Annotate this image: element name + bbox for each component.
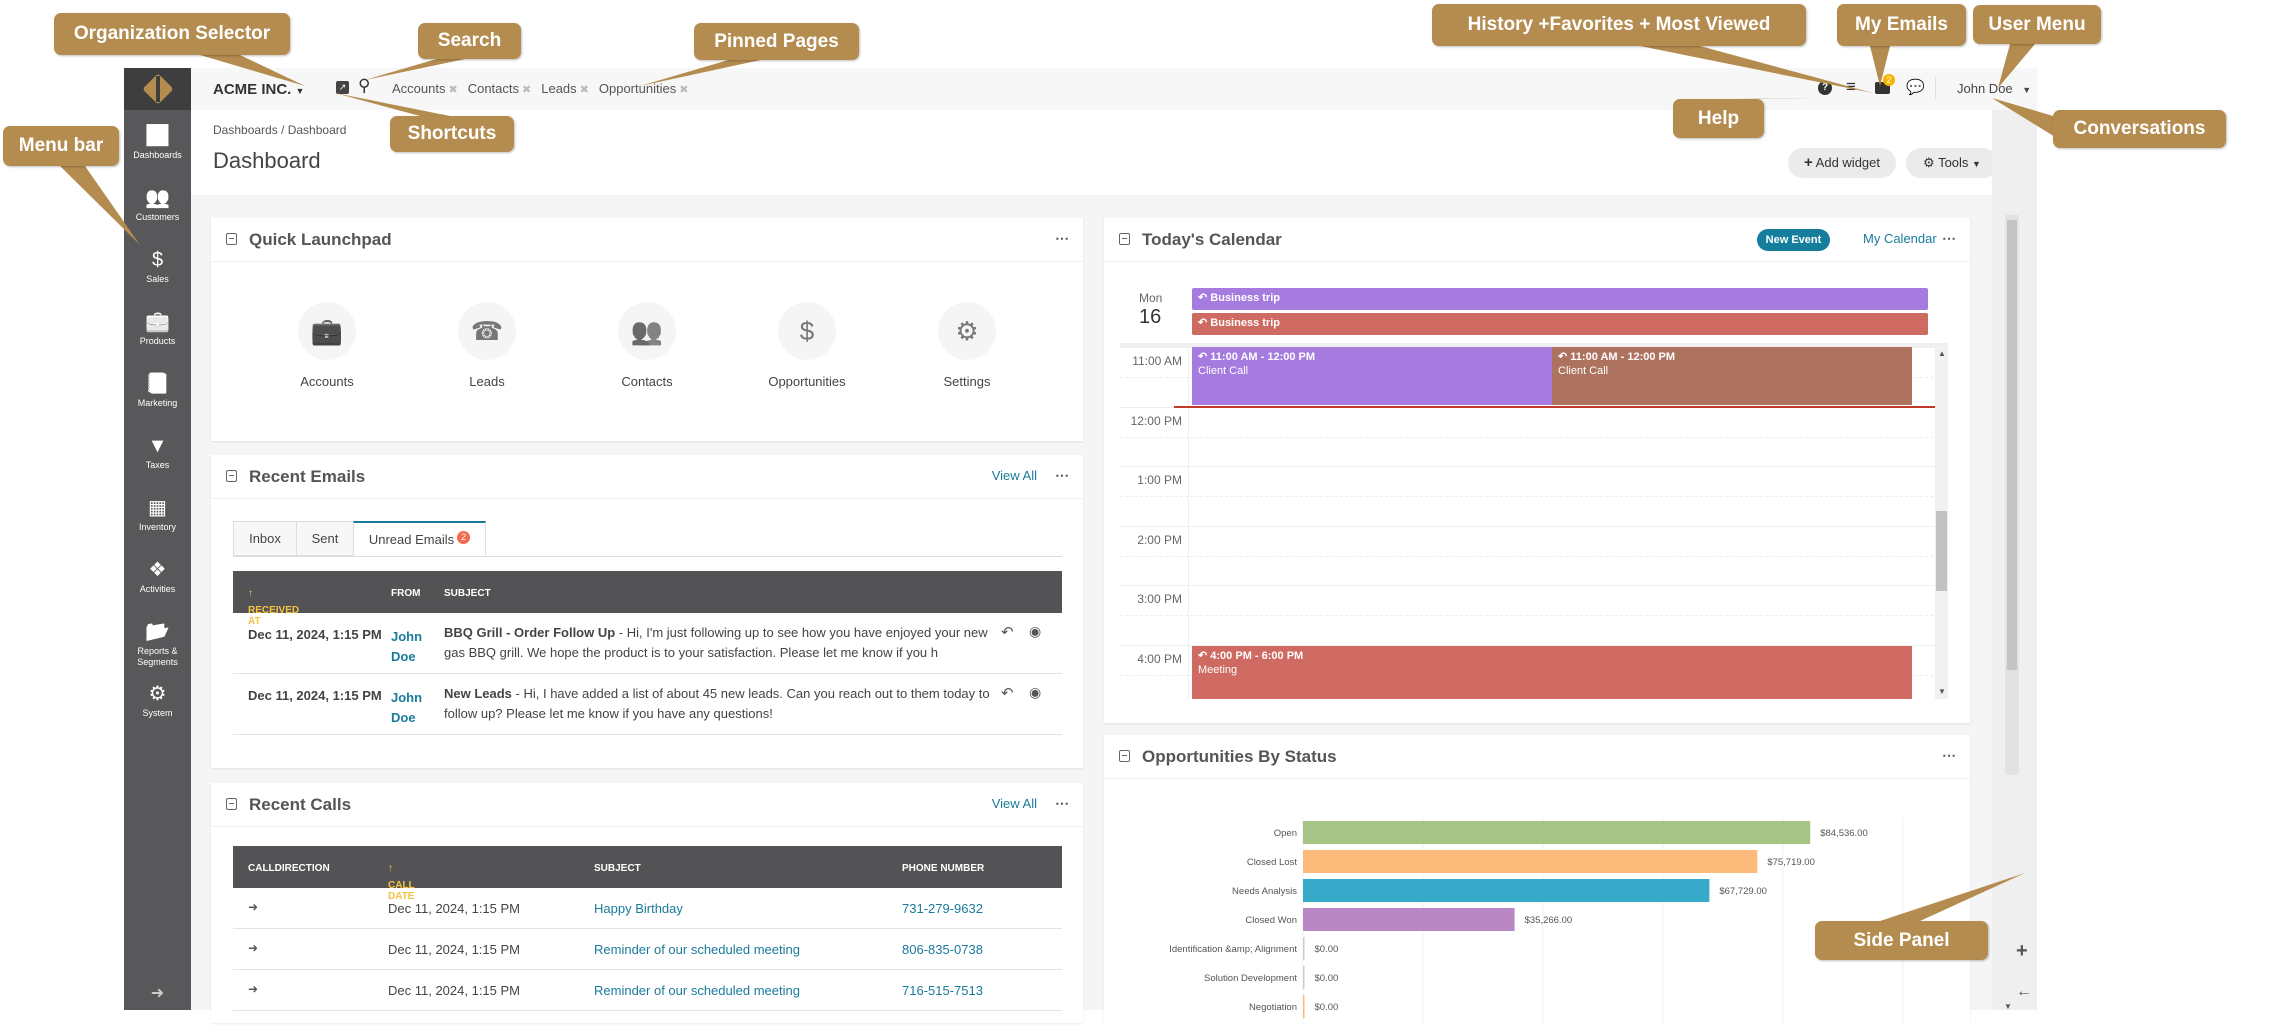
callout-menu-bar: Menu bar: [3, 126, 119, 166]
callout-pinned-pages: Pinned Pages: [694, 23, 859, 60]
callout-pointers: [60, 44, 2060, 921]
callout-side-panel: Side Panel: [1815, 921, 1988, 960]
callout-help: Help: [1673, 99, 1764, 138]
callout-history-favorites: History +Favorites + Most Viewed: [1432, 4, 1806, 46]
callout-user-menu: User Menu: [1973, 5, 2101, 44]
callout-conversations: Conversations: [2053, 110, 2226, 148]
callout-my-emails: My Emails: [1837, 4, 1966, 46]
callout-shortcuts: Shortcuts: [390, 116, 514, 152]
callout-organization-selector: Organization Selector: [54, 13, 290, 55]
callout-search: Search: [418, 23, 521, 59]
